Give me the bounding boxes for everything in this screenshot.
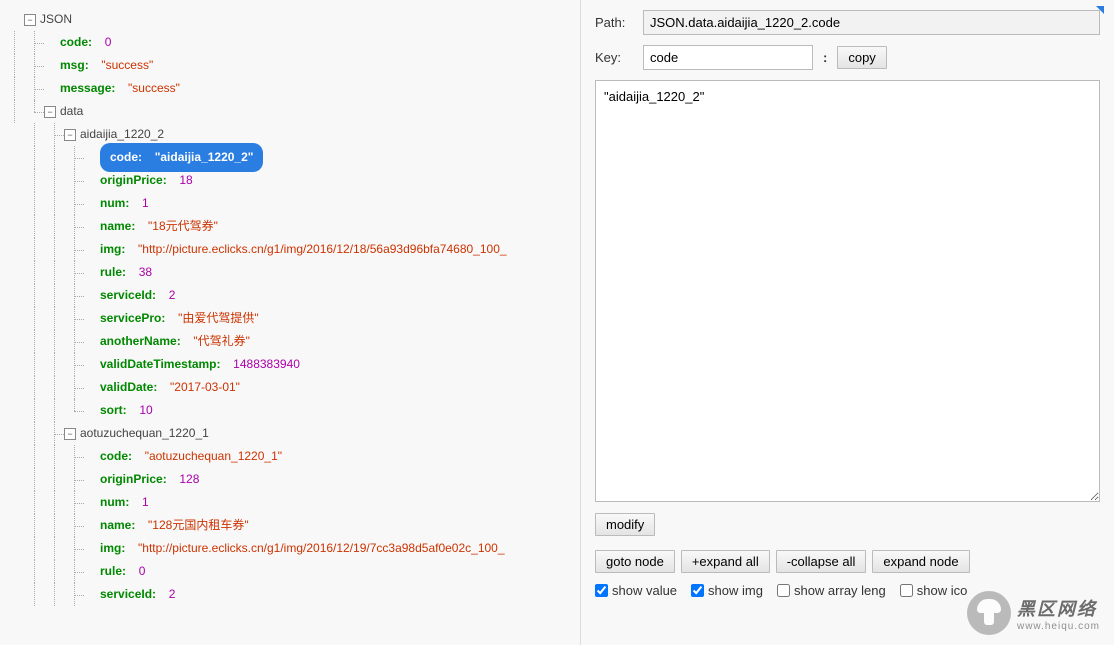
tree-node[interactable]: serviceId : 2 xyxy=(4,284,576,307)
tree-node[interactable]: validDateTimestamp : 1488383940 xyxy=(4,353,576,376)
collapse-icon[interactable]: − xyxy=(64,428,76,440)
tree-node[interactable]: servicePro : "由爱代驾提供" xyxy=(4,307,576,330)
show-value-checkbox[interactable]: show value xyxy=(595,583,677,598)
copy-button[interactable]: copy xyxy=(837,46,886,69)
expand-all-button[interactable]: +expand all xyxy=(681,550,770,573)
modify-button[interactable]: modify xyxy=(595,513,655,536)
tree-node[interactable]: name : "128元国内租车券" xyxy=(4,514,576,537)
collapse-icon[interactable]: − xyxy=(64,129,76,141)
tree-node[interactable]: validDate : "2017-03-01" xyxy=(4,376,576,399)
collapse-icon[interactable]: − xyxy=(24,14,36,26)
tree-node[interactable]: anotherName : "代驾礼券" xyxy=(4,330,576,353)
tree-root-label: JSON xyxy=(40,8,72,31)
json-tree-panel: − JSON code : 0 msg : "success" message … xyxy=(0,0,580,645)
tree-root[interactable]: − JSON xyxy=(4,8,576,31)
tree-node[interactable]: serviceId : 2 xyxy=(4,583,576,606)
collapse-all-button[interactable]: -collapse all xyxy=(776,550,867,573)
show-ico-checkbox[interactable]: show ico xyxy=(900,583,968,598)
detail-panel: Path: Key: : copy modify goto node +expa… xyxy=(580,0,1114,645)
tree-node-data[interactable]: − data xyxy=(4,100,576,123)
show-img-checkbox[interactable]: show img xyxy=(691,583,763,598)
watermark-title: 黑区网络 xyxy=(1017,595,1100,621)
goto-node-button[interactable]: goto node xyxy=(595,550,675,573)
path-label: Path: xyxy=(595,15,635,30)
tree-node[interactable]: originPrice : 18 xyxy=(4,169,576,192)
watermark-url: www.heiqu.com xyxy=(1017,621,1100,632)
tree-node[interactable]: originPrice : 128 xyxy=(4,468,576,491)
expand-node-button[interactable]: expand node xyxy=(872,550,969,573)
panel-corner-icon[interactable] xyxy=(1096,6,1104,14)
tree-node[interactable]: img : "http://picture.eclicks.cn/g1/img/… xyxy=(4,537,576,560)
show-array-checkbox[interactable]: show array leng xyxy=(777,583,886,598)
collapse-icon[interactable]: − xyxy=(44,106,56,118)
tree-node-selected[interactable]: code : "aidaijia_1220_2" xyxy=(4,146,576,169)
path-input[interactable] xyxy=(643,10,1100,35)
tree-node-msg[interactable]: msg : "success" xyxy=(4,54,576,77)
colon-separator: : xyxy=(821,50,829,65)
key-input[interactable] xyxy=(643,45,813,70)
tree-node[interactable]: rule : 0 xyxy=(4,560,576,583)
tree-node[interactable]: img : "http://picture.eclicks.cn/g1/img/… xyxy=(4,238,576,261)
tree-node[interactable]: rule : 38 xyxy=(4,261,576,284)
tree-node[interactable]: num : 1 xyxy=(4,192,576,215)
value-textarea[interactable] xyxy=(595,80,1100,502)
tree-node-obj2[interactable]: − aotuzuchequan_1220_1 xyxy=(4,422,576,445)
tree-node[interactable]: name : "18元代驾券" xyxy=(4,215,576,238)
tree-node[interactable]: num : 1 xyxy=(4,491,576,514)
tree-node-obj1[interactable]: − aidaijia_1220_2 xyxy=(4,123,576,146)
tree-node-code[interactable]: code : 0 xyxy=(4,31,576,54)
tree-node-message[interactable]: message : "success" xyxy=(4,77,576,100)
key-label: Key: xyxy=(595,50,635,65)
tree-node[interactable]: sort : 10 xyxy=(4,399,576,422)
tree-node[interactable]: code : "aotuzuchequan_1220_1" xyxy=(4,445,576,468)
